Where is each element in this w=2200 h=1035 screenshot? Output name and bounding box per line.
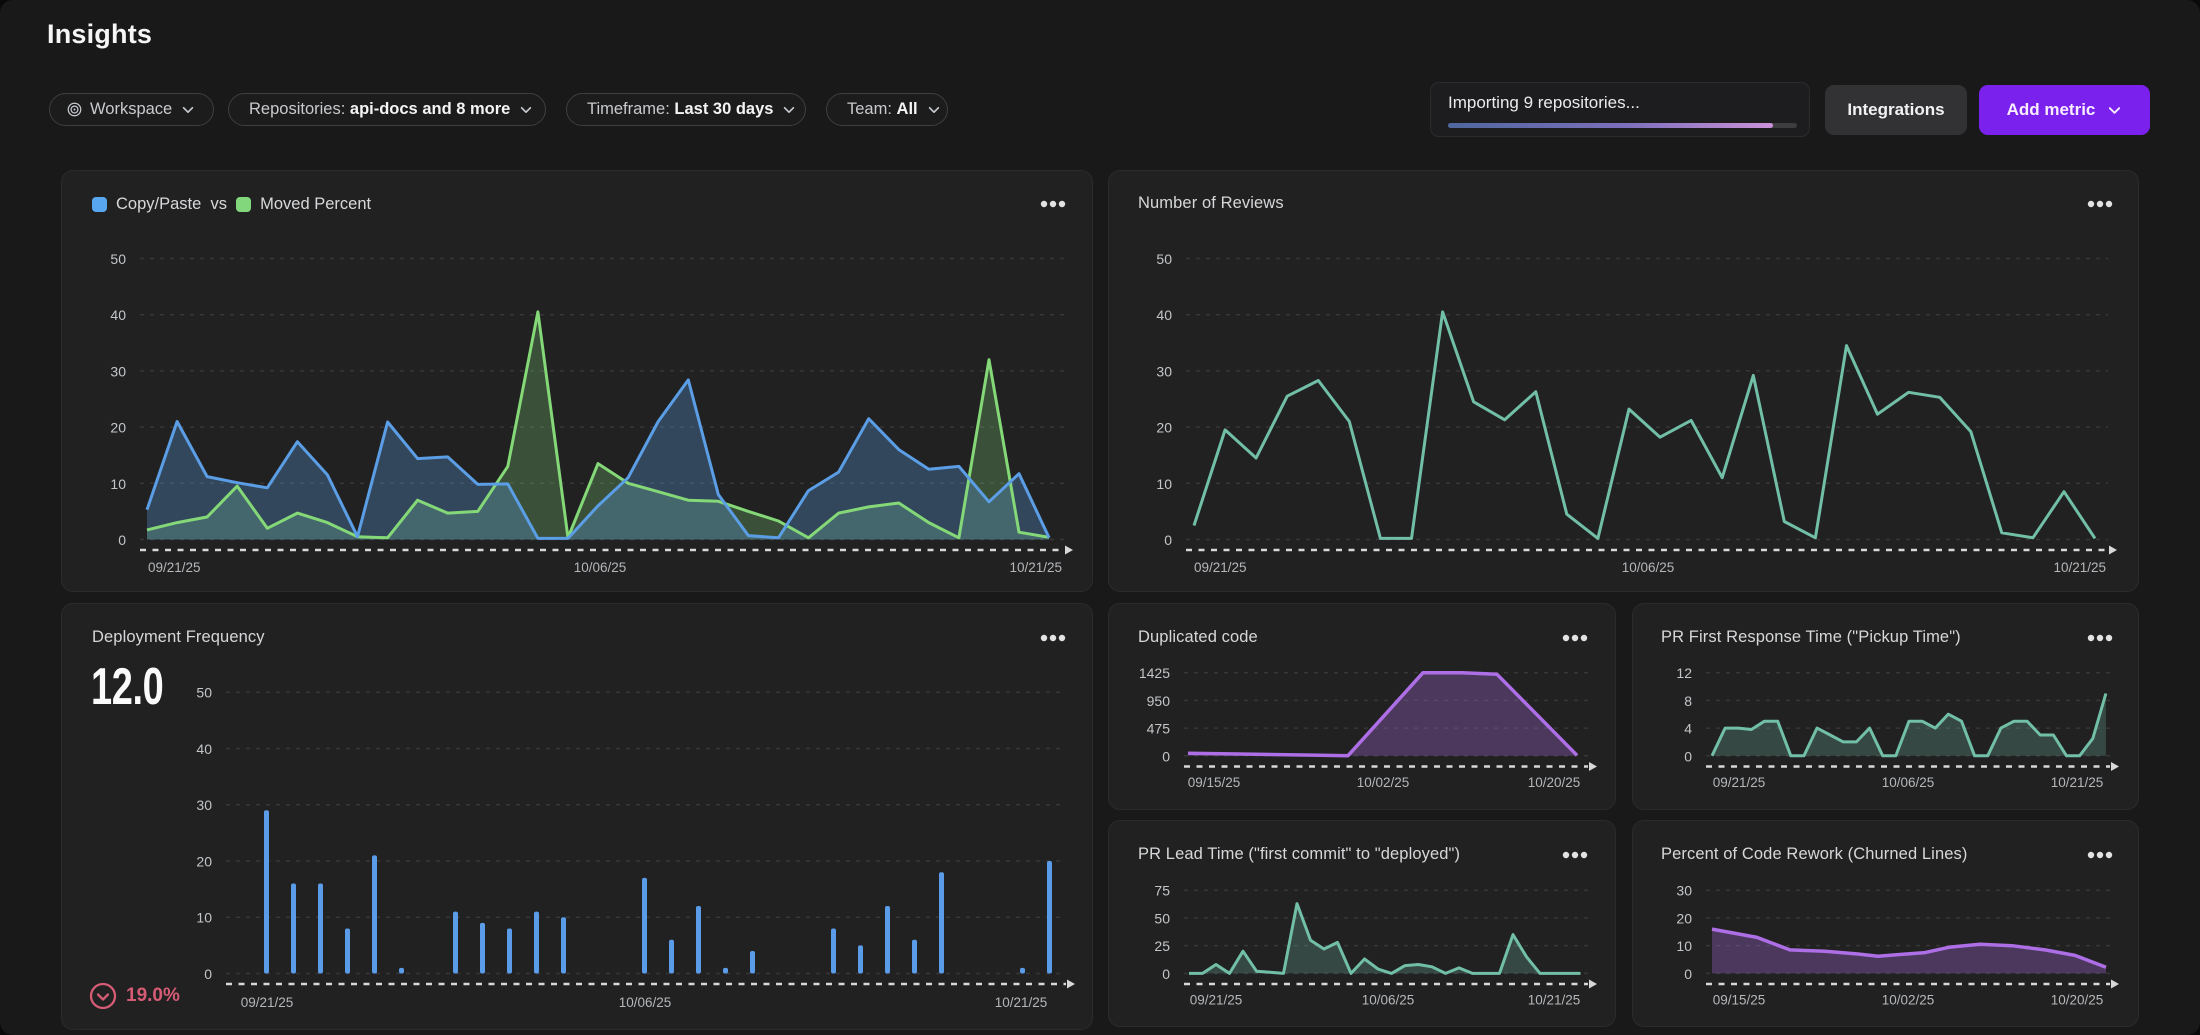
svg-text:09/21/25: 09/21/25 bbox=[148, 560, 201, 575]
svg-text:0: 0 bbox=[1162, 966, 1170, 982]
svg-text:0: 0 bbox=[1684, 966, 1692, 982]
svg-text:10/06/25: 10/06/25 bbox=[1622, 560, 1675, 575]
svg-text:0: 0 bbox=[1684, 748, 1692, 764]
svg-text:40: 40 bbox=[1156, 307, 1172, 323]
svg-text:950: 950 bbox=[1147, 693, 1171, 709]
svg-text:10/02/25: 10/02/25 bbox=[1882, 993, 1935, 1008]
svg-text:10: 10 bbox=[1676, 938, 1692, 954]
svg-text:0: 0 bbox=[1162, 748, 1170, 764]
svg-text:09/21/25: 09/21/25 bbox=[1190, 993, 1243, 1008]
svg-text:10: 10 bbox=[1156, 476, 1172, 492]
svg-text:10/20/25: 10/20/25 bbox=[1528, 775, 1581, 790]
svg-text:0: 0 bbox=[1164, 532, 1172, 548]
svg-text:10/21/25: 10/21/25 bbox=[2051, 775, 2104, 790]
svg-text:09/21/25: 09/21/25 bbox=[1194, 560, 1247, 575]
svg-text:1425: 1425 bbox=[1139, 665, 1170, 681]
svg-text:09/21/25: 09/21/25 bbox=[241, 995, 294, 1010]
svg-text:40: 40 bbox=[196, 741, 212, 757]
svg-text:10/21/25: 10/21/25 bbox=[1009, 560, 1062, 575]
svg-text:8: 8 bbox=[1684, 693, 1692, 709]
svg-text:10/02/25: 10/02/25 bbox=[1357, 775, 1410, 790]
svg-text:0: 0 bbox=[204, 966, 212, 982]
svg-text:30: 30 bbox=[1676, 883, 1692, 899]
svg-text:40: 40 bbox=[110, 307, 126, 323]
svg-text:10: 10 bbox=[110, 476, 126, 492]
svg-text:10/06/25: 10/06/25 bbox=[1362, 993, 1415, 1008]
svg-text:12: 12 bbox=[1676, 665, 1692, 681]
svg-text:4: 4 bbox=[1684, 721, 1692, 737]
svg-text:09/15/25: 09/15/25 bbox=[1713, 993, 1766, 1008]
svg-text:75: 75 bbox=[1154, 883, 1170, 899]
svg-text:10/06/25: 10/06/25 bbox=[574, 560, 627, 575]
svg-text:30: 30 bbox=[1156, 363, 1172, 379]
svg-text:10/21/25: 10/21/25 bbox=[1528, 993, 1581, 1008]
svg-text:20: 20 bbox=[196, 853, 212, 869]
svg-text:10/21/25: 10/21/25 bbox=[995, 995, 1048, 1010]
svg-text:10/06/25: 10/06/25 bbox=[1882, 775, 1935, 790]
svg-text:475: 475 bbox=[1147, 721, 1171, 737]
svg-text:20: 20 bbox=[1156, 420, 1172, 436]
svg-text:09/15/25: 09/15/25 bbox=[1188, 775, 1241, 790]
svg-text:20: 20 bbox=[110, 420, 126, 436]
svg-text:0: 0 bbox=[118, 532, 126, 548]
svg-text:20: 20 bbox=[1676, 910, 1692, 926]
svg-text:50: 50 bbox=[110, 251, 126, 267]
svg-text:50: 50 bbox=[1154, 910, 1170, 926]
svg-text:50: 50 bbox=[1156, 251, 1172, 267]
svg-text:50: 50 bbox=[196, 685, 212, 701]
svg-text:10/06/25: 10/06/25 bbox=[619, 995, 672, 1010]
svg-text:10/21/25: 10/21/25 bbox=[2053, 560, 2106, 575]
svg-text:10: 10 bbox=[196, 910, 212, 926]
svg-text:30: 30 bbox=[110, 363, 126, 379]
svg-text:10/20/25: 10/20/25 bbox=[2051, 993, 2104, 1008]
svg-text:09/21/25: 09/21/25 bbox=[1713, 775, 1766, 790]
svg-text:30: 30 bbox=[196, 797, 212, 813]
svg-text:25: 25 bbox=[1154, 938, 1170, 954]
